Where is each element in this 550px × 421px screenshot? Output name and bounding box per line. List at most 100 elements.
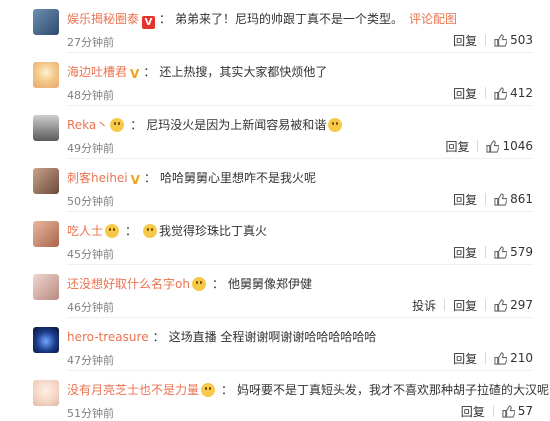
like-count: 503 bbox=[510, 33, 533, 47]
comment-actions: 回复 57 bbox=[461, 403, 533, 419]
avatar[interactable] bbox=[33, 380, 59, 406]
reply-button[interactable]: 回复 bbox=[453, 350, 477, 367]
action-divider bbox=[485, 87, 487, 99]
comment-actions: 回复 210 bbox=[453, 350, 533, 366]
like-count: 57 bbox=[517, 404, 533, 418]
like-button[interactable]: 412 bbox=[494, 86, 533, 100]
verified-badge-icon: V bbox=[142, 16, 156, 29]
avatar[interactable] bbox=[33, 9, 59, 35]
comment-item: 吃人士 ： 我觉得珍珠比丁真火 45分钟前 回复 579 bbox=[0, 212, 550, 265]
avatar[interactable] bbox=[33, 115, 59, 141]
comment-timestamp: 50分钟前 bbox=[67, 195, 114, 208]
thumbs-up-icon bbox=[502, 404, 516, 418]
action-divider bbox=[477, 140, 479, 152]
comment-item: 还没想好取什么名字oh ：他舅舅像郑伊健 46分钟前 投诉 回复 297 bbox=[0, 265, 550, 318]
thumbs-up-icon bbox=[494, 351, 508, 365]
username-link[interactable]: hero-treasure bbox=[67, 330, 149, 344]
comment-actions: 投诉 回复 297 bbox=[412, 297, 533, 313]
action-divider bbox=[485, 246, 487, 258]
comment-actions: 回复 503 bbox=[453, 32, 533, 48]
like-count: 579 bbox=[510, 245, 533, 259]
action-divider bbox=[485, 352, 487, 364]
action-divider bbox=[485, 193, 487, 205]
like-button[interactable]: 503 bbox=[494, 33, 533, 47]
colon-separator: ： bbox=[143, 171, 156, 185]
colon-separator: ： bbox=[143, 65, 156, 79]
comment-timestamp: 49分钟前 bbox=[67, 142, 114, 155]
username-link[interactable]: Reka丶 bbox=[67, 118, 108, 132]
avatar[interactable] bbox=[33, 62, 59, 88]
like-button[interactable]: 579 bbox=[494, 245, 533, 259]
comment-text: 哈哈舅舅心里想咋不是我火呢 bbox=[159, 171, 316, 185]
username-link[interactable]: 没有月亮芝士也不是力量 bbox=[67, 383, 199, 397]
comment-text: 他舅舅像郑伊健 bbox=[227, 277, 312, 291]
comment-timestamp: 46分钟前 bbox=[67, 301, 114, 314]
reply-button[interactable]: 回复 bbox=[453, 85, 477, 102]
reply-button[interactable]: 回复 bbox=[453, 297, 477, 314]
username-link[interactable]: 刺客heihei bbox=[67, 171, 128, 185]
comment-item: hero-treasure：这场直播 全程谢谢啊谢谢哈哈哈哈哈哈 47分钟前 回复 2… bbox=[0, 318, 550, 371]
comment-line: 刺客heihei V：哈哈舅舅心里想咋不是我火呢 bbox=[67, 170, 316, 188]
comment-text: 我觉得珍珠比丁真火 bbox=[159, 224, 268, 238]
comment-line: 还没想好取什么名字oh ：他舅舅像郑伊健 bbox=[67, 276, 312, 292]
gold-v-badge-icon: V bbox=[130, 67, 140, 81]
action-divider bbox=[492, 405, 494, 417]
comment-item: 刺客heihei V：哈哈舅舅心里想咋不是我火呢 50分钟前 回复 861 bbox=[0, 159, 550, 212]
colon-separator: ： bbox=[221, 383, 234, 397]
reply-button[interactable]: 回复 bbox=[445, 138, 469, 155]
colon-separator: ： bbox=[130, 118, 143, 132]
comment-line: hero-treasure：这场直播 全程谢谢啊谢谢哈哈哈哈哈哈 bbox=[67, 329, 376, 345]
action-divider bbox=[485, 299, 487, 311]
avatar[interactable] bbox=[33, 327, 59, 353]
action-divider bbox=[485, 34, 487, 46]
avatar[interactable] bbox=[33, 221, 59, 247]
comment-actions: 回复 412 bbox=[453, 85, 533, 101]
like-count: 412 bbox=[510, 86, 533, 100]
comment-line: Reka丶 ：尼玛没火是因为上新闻容易被和谐 bbox=[67, 117, 344, 133]
member-badge-icon bbox=[191, 277, 206, 291]
gold-v-badge-icon: V bbox=[130, 173, 140, 187]
like-count: 297 bbox=[510, 298, 533, 312]
thumbs-up-icon bbox=[494, 86, 508, 100]
reply-button[interactable]: 回复 bbox=[461, 403, 485, 420]
comment-text: 这场直播 全程谢谢啊谢谢哈哈哈哈哈哈 bbox=[168, 330, 377, 344]
comment-line: 海边吐槽君 V：还上热搜，其实大家都快烦他了 bbox=[67, 64, 327, 82]
like-button[interactable]: 210 bbox=[494, 351, 533, 365]
comment-line: 吃人士 ： 我觉得珍珠比丁真火 bbox=[67, 223, 267, 239]
thumbs-up-icon bbox=[494, 245, 508, 259]
comment-item: Reka丶 ：尼玛没火是因为上新闻容易被和谐 49分钟前 回复 1046 bbox=[0, 106, 550, 159]
comment-text: 妈呀要不是丁真短头发，我才不喜欢那种胡子拉碴的大汉呢 bbox=[237, 383, 550, 397]
like-button[interactable]: 57 bbox=[502, 404, 533, 418]
member-badge-icon bbox=[110, 118, 125, 132]
avatar[interactable] bbox=[33, 274, 59, 300]
username-link[interactable]: 海边吐槽君 bbox=[67, 65, 127, 79]
colon-separator: ： bbox=[211, 277, 224, 291]
username-link[interactable]: 还没想好取什么名字oh bbox=[67, 277, 190, 291]
avatar[interactable] bbox=[33, 168, 59, 194]
like-button[interactable]: 861 bbox=[494, 192, 533, 206]
comment-actions: 回复 1046 bbox=[445, 138, 533, 154]
member-badge-icon bbox=[201, 383, 216, 397]
thumbs-up-icon bbox=[494, 33, 508, 47]
comment-timestamp: 27分钟前 bbox=[67, 36, 114, 49]
comment-image-link[interactable]: 评论配图 bbox=[409, 12, 457, 26]
like-button[interactable]: 1046 bbox=[486, 139, 533, 153]
comment-actions: 回复 579 bbox=[453, 244, 533, 260]
reply-button[interactable]: 回复 bbox=[453, 244, 477, 261]
like-count: 210 bbox=[510, 351, 533, 365]
like-count: 861 bbox=[510, 192, 533, 206]
comment-timestamp: 48分钟前 bbox=[67, 89, 114, 102]
username-link[interactable]: 吃人士 bbox=[67, 224, 103, 238]
reply-button[interactable]: 回复 bbox=[453, 32, 477, 49]
comment-timestamp: 47分钟前 bbox=[67, 354, 114, 367]
emoji-icon bbox=[143, 224, 158, 238]
report-button[interactable]: 投诉 bbox=[412, 297, 436, 314]
emoji-icon bbox=[328, 118, 343, 132]
comment-text: 还上热搜，其实大家都快烦他了 bbox=[159, 65, 328, 79]
comment-line: 娱乐揭秘圈泰 V：弟弟来了！尼玛的帅跟丁真不是一个类型。 评论配图 bbox=[67, 11, 457, 29]
reply-button[interactable]: 回复 bbox=[453, 191, 477, 208]
thumbs-up-icon bbox=[486, 139, 500, 153]
username-link[interactable]: 娱乐揭秘圈泰 bbox=[67, 12, 139, 26]
like-button[interactable]: 297 bbox=[494, 298, 533, 312]
comment-line: 没有月亮芝士也不是力量 ：妈呀要不是丁真短头发，我才不喜欢那种胡子拉碴的大汉呢 bbox=[67, 382, 550, 398]
